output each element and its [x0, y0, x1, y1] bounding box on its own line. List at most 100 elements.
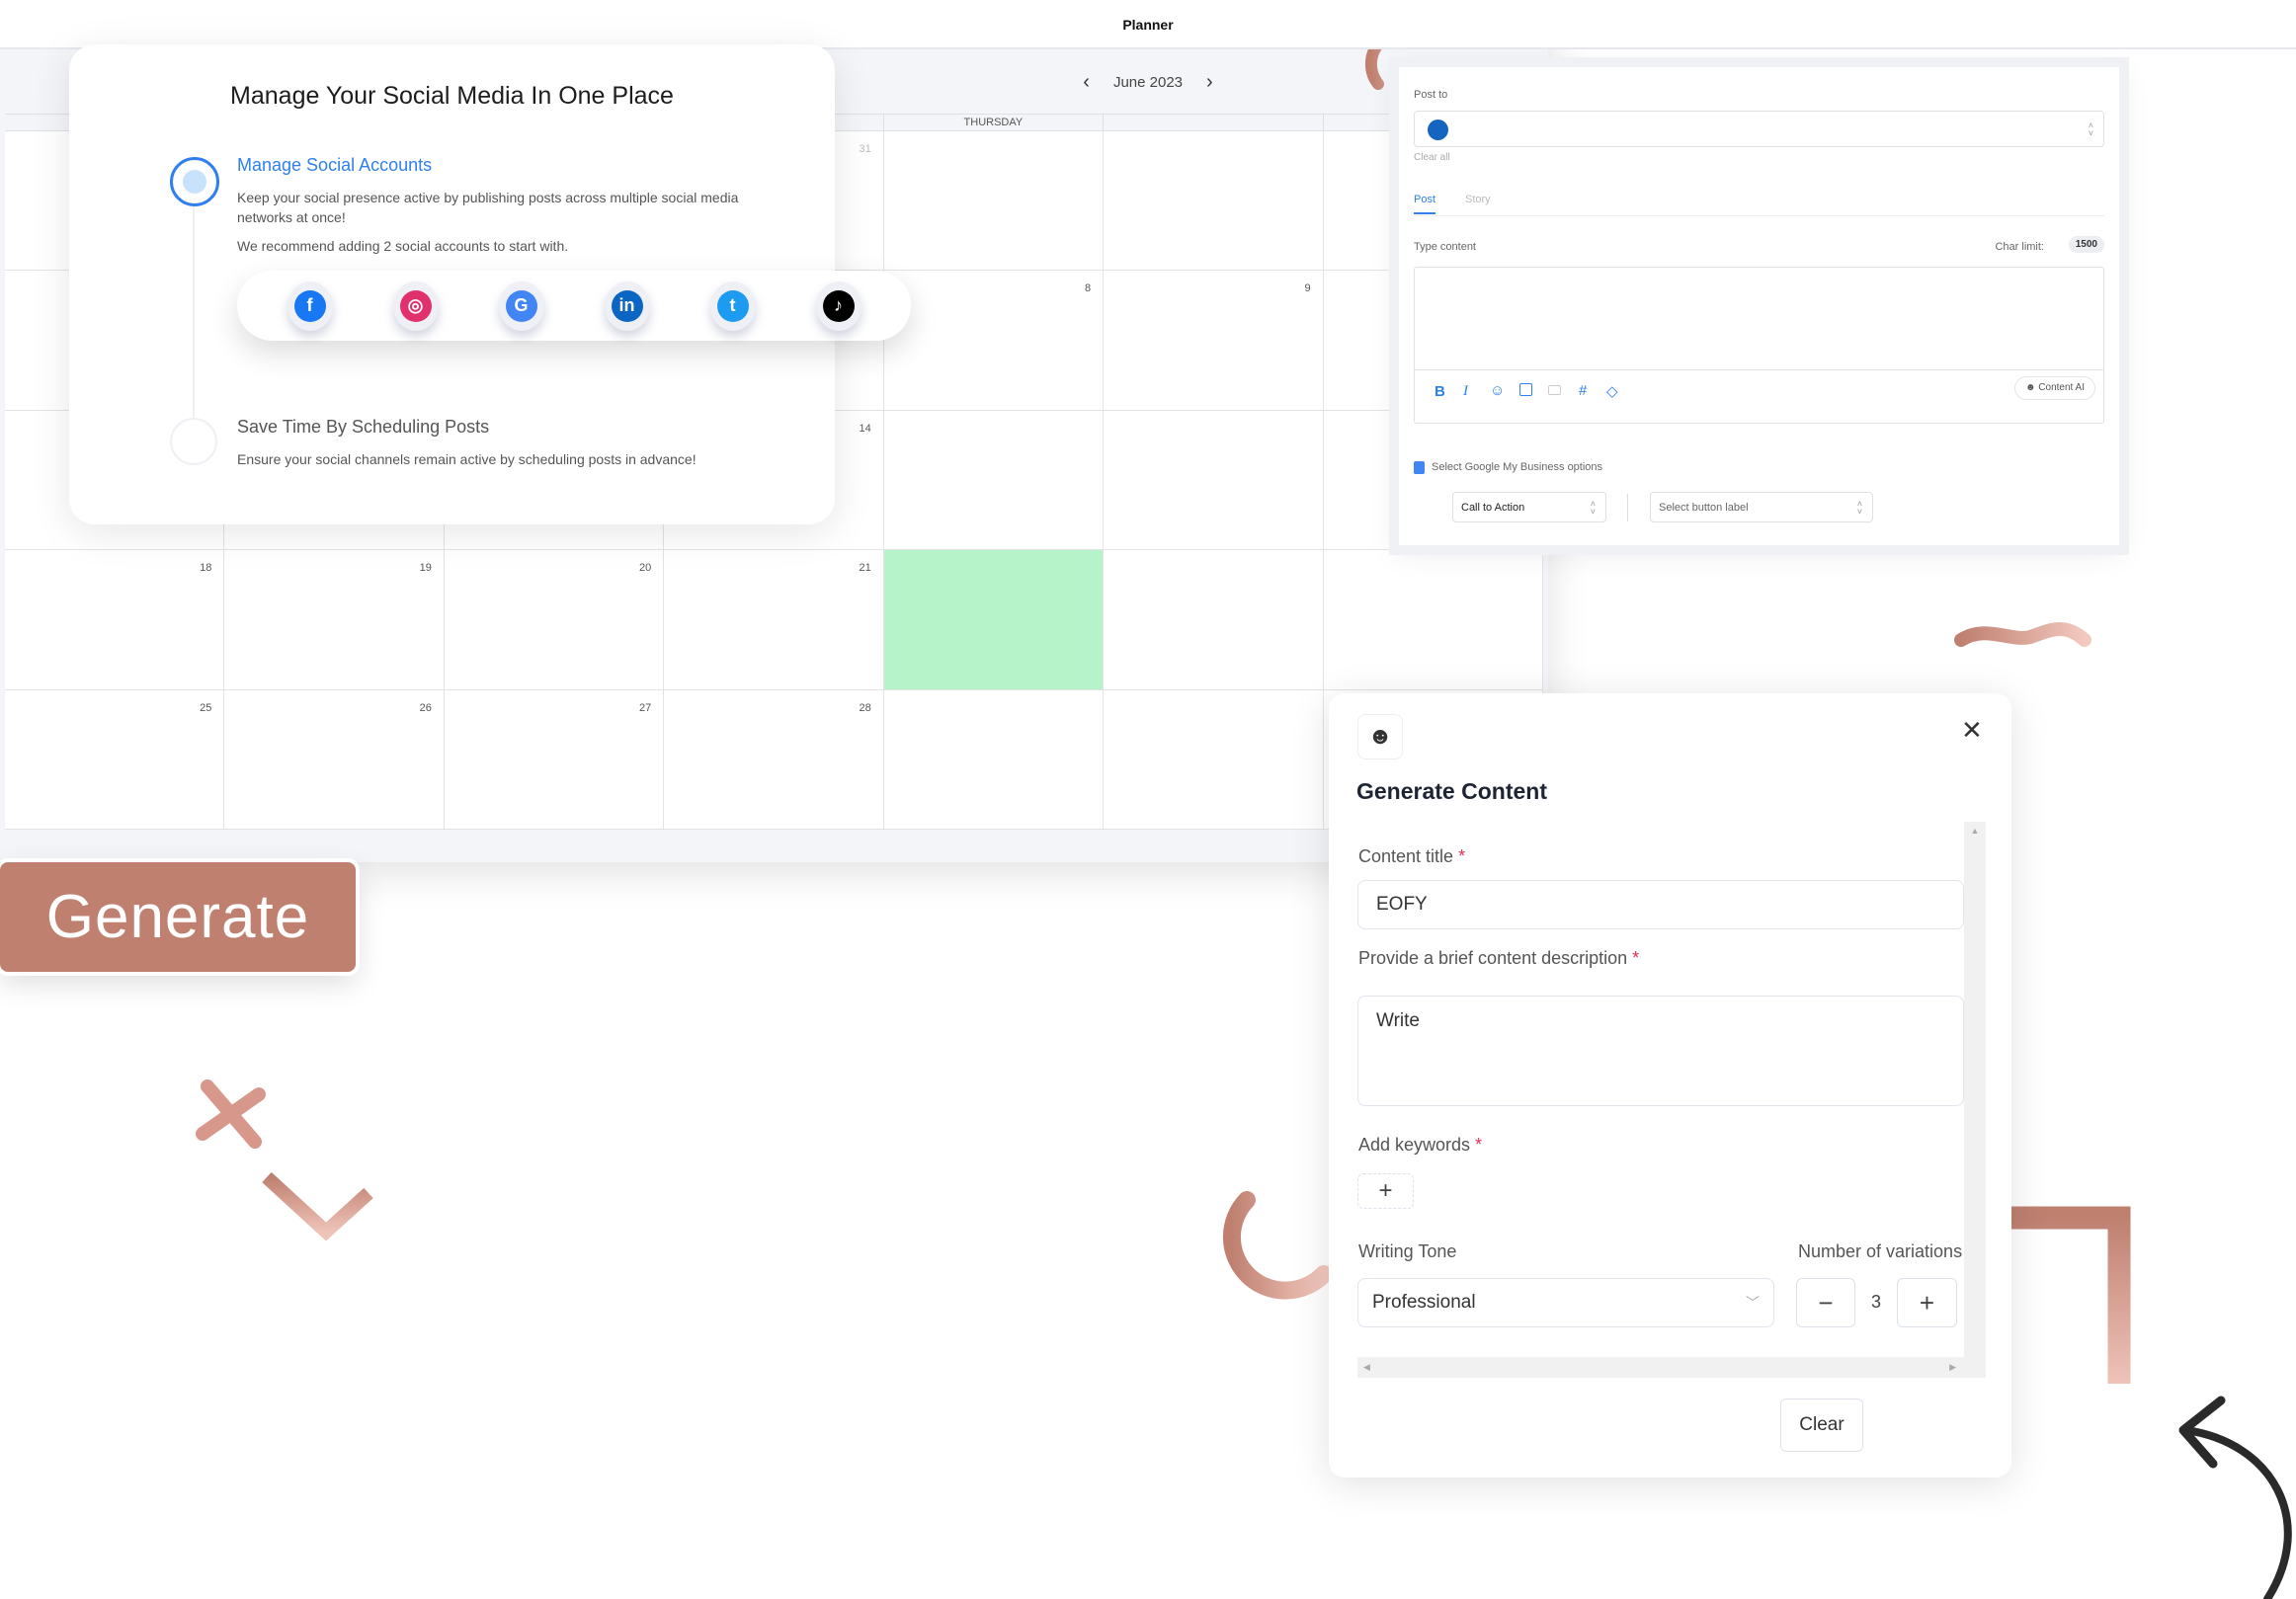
image-icon[interactable] — [1519, 383, 1532, 396]
type-content-label: Type content — [1414, 241, 1476, 253]
calendar-day-cell[interactable]: 26 — [224, 689, 445, 830]
keywords-label: Add keywords * — [1358, 1135, 1483, 1155]
google-my-business-button[interactable]: G — [498, 280, 544, 331]
day-number: 27 — [639, 701, 652, 714]
button-label-select[interactable]: Select button label ˄ ˅ — [1650, 492, 1873, 522]
day-number: 8 — [1085, 282, 1092, 295]
content-editor[interactable]: B I ☺ # ◇ ☻ Content AI — [1414, 267, 2104, 424]
cta-value: Call to Action — [1461, 502, 1525, 514]
day-number: 20 — [639, 562, 652, 575]
next-month-button[interactable]: › — [1206, 71, 1213, 94]
robot-icon: ☻ — [1357, 714, 1403, 760]
step-2-indicator — [170, 418, 217, 465]
calendar-day-cell[interactable]: 18 — [5, 550, 225, 690]
facebook-icon: f — [293, 289, 326, 322]
video-icon[interactable] — [1548, 385, 1561, 395]
google-business-icon — [1414, 461, 1425, 474]
social-network-picker: f ◎ Gin t ♪ — [237, 271, 911, 341]
clear-all-link[interactable]: Clear all — [1414, 152, 1450, 163]
tag-icon[interactable]: ◇ — [1606, 382, 1618, 400]
vertical-scrollbar[interactable]: ▲ ▼ — [1964, 822, 1986, 1378]
decor-check — [262, 1171, 373, 1241]
hashtag-icon[interactable]: # — [1579, 382, 1587, 399]
tiktok-button[interactable]: ♪ — [815, 280, 861, 331]
day-number: 18 — [200, 562, 212, 575]
calendar-day-cell[interactable]: 27 — [444, 689, 665, 830]
planner-title: Planner — [0, 0, 2296, 49]
horizontal-scrollbar[interactable]: ◀ ▶ — [1357, 1357, 1986, 1378]
day-number: 28 — [859, 701, 871, 714]
twitter-button[interactable]: t — [709, 280, 756, 331]
day-number: 9 — [1304, 282, 1311, 295]
facebook-button[interactable]: f — [287, 280, 333, 331]
instagram-icon: ◎ — [399, 289, 432, 322]
calendar-day-cell[interactable]: 8 — [883, 271, 1105, 411]
month-label: June 2023 — [1112, 74, 1184, 91]
content-title-input[interactable]: EOFY — [1357, 880, 1964, 929]
calendar-day-cell[interactable] — [1323, 550, 1543, 690]
add-keyword-button[interactable]: + — [1357, 1173, 1414, 1209]
step-2-description: Ensure your social channels remain activ… — [237, 451, 697, 467]
linkedin-button[interactable]: in — [604, 280, 650, 331]
decrease-variations-button[interactable]: − — [1796, 1278, 1855, 1327]
chevron-down-icon: ﹀ — [1746, 1295, 1760, 1311]
calendar-day-cell[interactable] — [883, 410, 1105, 551]
post-to-select[interactable]: ˄ ˅ — [1414, 111, 2104, 147]
italic-icon[interactable]: I — [1463, 383, 1468, 400]
calendar-day-cell[interactable]: 20 — [444, 550, 665, 690]
variations-value: 3 — [1871, 1292, 1882, 1312]
bold-icon[interactable]: B — [1435, 383, 1445, 400]
linkedin-icon: in — [611, 289, 643, 322]
calendar-day-cell[interactable]: 25 — [5, 689, 225, 830]
instagram-button[interactable]: ◎ — [392, 280, 439, 331]
step-1-indicator — [170, 157, 219, 206]
calendar-day-cell[interactable] — [1104, 410, 1324, 551]
card-title: Manage Your Social Media In One Place — [230, 82, 674, 110]
writing-tone-select[interactable]: Professional ﹀ — [1357, 1278, 1774, 1327]
calendar-day-cell[interactable] — [1104, 689, 1324, 830]
post-to-label: Post to — [1414, 89, 1448, 101]
tab-story[interactable]: Story — [1465, 194, 1491, 205]
writing-tone-label: Writing Tone — [1358, 1241, 1457, 1261]
calendar-day-cell[interactable] — [1104, 550, 1324, 690]
step-1-title[interactable]: Manage Social Accounts — [237, 155, 432, 176]
calendar-day-cell[interactable]: 19 — [224, 550, 445, 690]
calendar-day-cell[interactable] — [883, 131, 1105, 272]
decor-squiggle — [1954, 622, 2091, 647]
select-arrows-icon: ˄ ˅ — [1590, 498, 1596, 517]
account-avatar — [1428, 120, 1448, 140]
calendar-day-cell[interactable]: 28 — [664, 689, 884, 830]
step-1-description: Keep your social presence active by publ… — [237, 190, 739, 225]
decor-arc-bottom — [1222, 1191, 1333, 1300]
calendar-day-cell[interactable]: 9 — [1104, 271, 1324, 411]
prev-month-button[interactable]: ‹ — [1083, 71, 1090, 94]
description-textarea[interactable]: Write — [1357, 996, 1964, 1106]
clear-button[interactable]: Clear — [1780, 1399, 1863, 1452]
day-number: 25 — [200, 701, 212, 714]
tab-post[interactable]: Post — [1414, 194, 1436, 214]
decor-x — [196, 1079, 266, 1149]
emoji-icon[interactable]: ☺ — [1490, 382, 1505, 399]
generate-content-modal: ☻ ✕ Generate Content ▲ ▼ Content title *… — [1329, 693, 2011, 1478]
day-number: 31 — [859, 143, 871, 155]
content-ai-button[interactable]: ☻ Content AI — [2013, 376, 2095, 400]
description-label: Provide a brief content description * — [1358, 948, 1640, 968]
close-icon[interactable]: ✕ — [1961, 715, 1983, 746]
content-ai-label: Content AI — [2038, 382, 2085, 393]
day-number: 19 — [419, 562, 432, 575]
step-2-title[interactable]: Save Time By Scheduling Posts — [237, 417, 489, 438]
calendar-day-cell[interactable] — [883, 550, 1105, 690]
content-title-label: Content title * — [1358, 846, 1466, 866]
calendar-day-cell[interactable] — [1104, 131, 1324, 272]
step-connector — [193, 204, 195, 418]
increase-variations-button[interactable]: + — [1897, 1278, 1957, 1327]
day-number: 14 — [859, 422, 871, 435]
day-number: 26 — [419, 701, 432, 714]
calendar-day-cell[interactable] — [883, 689, 1105, 830]
call-to-action-select[interactable]: Call to Action ˄ ˅ — [1452, 492, 1606, 522]
post-composer: Post to ˄ ˅ Clear all Post Story Type con… — [1399, 67, 2119, 545]
variations-label: Number of variations — [1798, 1241, 1963, 1261]
calendar-day-cell[interactable]: 21 — [664, 550, 884, 690]
button-label-placeholder: Select button label — [1659, 502, 1749, 514]
google-business-icon: G — [505, 289, 537, 322]
